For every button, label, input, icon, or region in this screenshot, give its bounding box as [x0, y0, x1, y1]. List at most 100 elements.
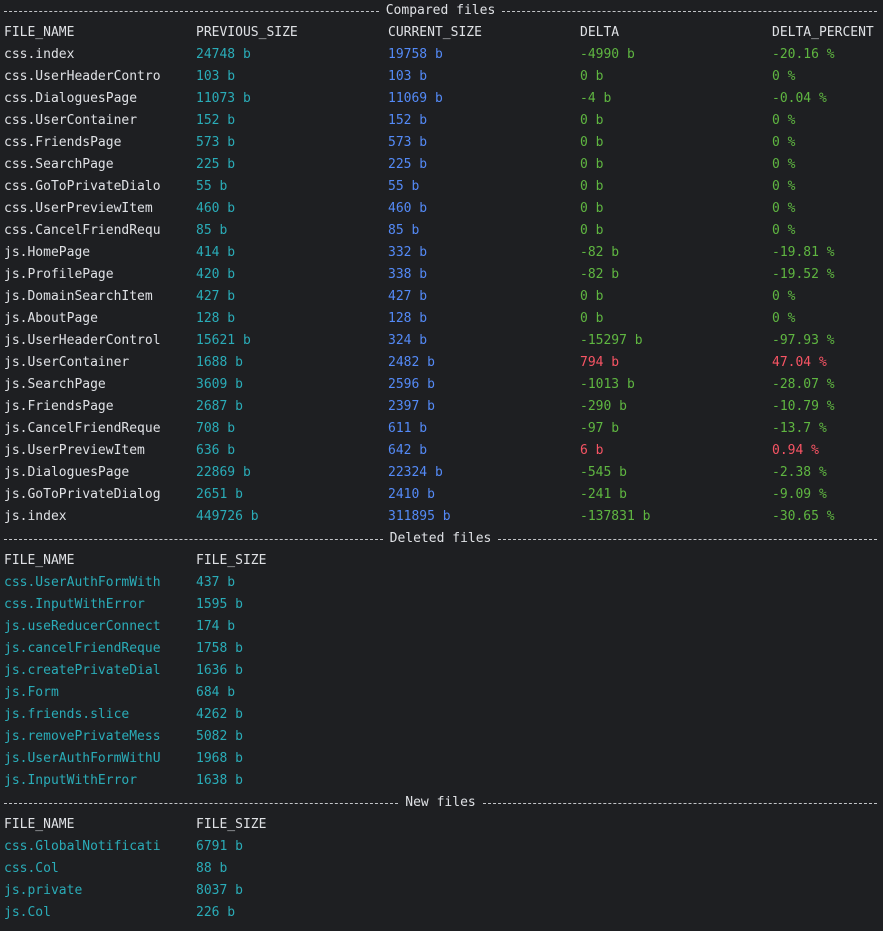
- delta: 0 b: [580, 69, 604, 84]
- delta: 794 b: [580, 355, 620, 370]
- previous-size: 103 b: [196, 69, 236, 84]
- list-item: js.removePrivateMess 5082 b: [0, 726, 883, 748]
- column-header: FILE_NAME: [4, 25, 75, 40]
- table-row: js.CancelFriendReque 708 b 611 b -97 b -13.7…: [0, 418, 883, 440]
- delta-percent: 0 %: [772, 179, 796, 194]
- section-title: Compared files: [385, 3, 496, 18]
- table-row: css.CancelFriendRequ 85 b 85 b 0 b 0 %: [0, 220, 883, 242]
- delta: -4990 b: [580, 47, 635, 62]
- delta-percent: -20.16 %: [772, 47, 835, 62]
- delta: -4 b: [580, 91, 612, 106]
- file-name: js.DomainSearchItem: [4, 289, 153, 304]
- current-size: 460 b: [388, 201, 428, 216]
- delta: 0 b: [580, 311, 604, 326]
- table-row: js.index 449726 b 311895 b -137831 b -30.65 …: [0, 506, 883, 528]
- table-row: js.UserContainer 1688 b 2482 b 794 b 47.04 %: [0, 352, 883, 374]
- delta: -82 b: [580, 267, 620, 282]
- compared-files-separator: Compared files: [0, 0, 883, 22]
- file-name: css.index: [4, 47, 75, 62]
- file-size: 5082 b: [196, 729, 243, 744]
- list-item: js.createPrivateDial 1636 b: [0, 660, 883, 682]
- delta-percent: 0 %: [772, 223, 796, 238]
- current-size: 573 b: [388, 135, 428, 150]
- file-name: js.Form: [4, 685, 59, 700]
- delta-percent: 0.94 %: [772, 443, 819, 458]
- previous-size: 636 b: [196, 443, 236, 458]
- file-name: js.private: [4, 883, 83, 898]
- delta-percent: -0.04 %: [772, 91, 827, 106]
- terminal-output: Compared files FILE_NAME PREVIOUS_SIZE CURR…: [0, 0, 883, 931]
- table-row: css.GoToPrivateDialo 55 b 55 b 0 b 0 %: [0, 176, 883, 198]
- file-name: js.GoToPrivateDialog: [4, 487, 161, 502]
- delta: -290 b: [580, 399, 627, 414]
- column-header: DELTA: [580, 25, 620, 40]
- delta-percent: -13.7 %: [772, 421, 827, 436]
- file-size: 1638 b: [196, 773, 243, 788]
- file-size: 1968 b: [196, 751, 243, 766]
- table-row: js.HomePage 414 b 332 b -82 b -19.81 %: [0, 242, 883, 264]
- delta-percent: -19.81 %: [772, 245, 835, 260]
- previous-size: 1688 b: [196, 355, 243, 370]
- delta: 6 b: [580, 443, 604, 458]
- delta: -97 b: [580, 421, 620, 436]
- file-size: 4262 b: [196, 707, 243, 722]
- delta: 0 b: [580, 135, 604, 150]
- file-name: js.HomePage: [4, 245, 91, 260]
- file-name: js.CancelFriendReque: [4, 421, 161, 436]
- delta-percent: -2.38 %: [772, 465, 827, 480]
- delta: -1013 b: [580, 377, 635, 392]
- delta-percent: -28.07 %: [772, 377, 835, 392]
- current-size: 11069 b: [388, 91, 443, 106]
- previous-size: 152 b: [196, 113, 236, 128]
- table-header-row: FILE_NAME FILE_SIZE: [0, 814, 883, 836]
- file-size: 1636 b: [196, 663, 243, 678]
- table-row: js.DialoguesPage 22869 b 22324 b -545 b -2.3…: [0, 462, 883, 484]
- delta: -137831 b: [580, 509, 651, 524]
- file-name: css.DialoguesPage: [4, 91, 138, 106]
- file-name: css.CancelFriendRequ: [4, 223, 161, 238]
- delta: -241 b: [580, 487, 627, 502]
- previous-size: 573 b: [196, 135, 236, 150]
- table-row: js.AboutPage 128 b 128 b 0 b 0 %: [0, 308, 883, 330]
- file-name: js.cancelFriendReque: [4, 641, 161, 656]
- previous-size: 427 b: [196, 289, 236, 304]
- current-size: 338 b: [388, 267, 428, 282]
- file-name: css.InputWithError: [4, 597, 145, 612]
- file-size: 226 b: [196, 905, 236, 920]
- delta-percent: -19.52 %: [772, 267, 835, 282]
- current-size: 19758 b: [388, 47, 443, 62]
- table-header-row: FILE_NAME PREVIOUS_SIZE CURRENT_SIZE DELTA D…: [0, 22, 883, 44]
- file-name: css.GoToPrivateDialo: [4, 179, 161, 194]
- table-row: css.FriendsPage 573 b 573 b 0 b 0 %: [0, 132, 883, 154]
- delta-percent: 0 %: [772, 135, 796, 150]
- delta-percent: 0 %: [772, 157, 796, 172]
- file-name: js.ProfilePage: [4, 267, 114, 282]
- column-header: FILE_SIZE: [196, 553, 267, 568]
- file-size: 684 b: [196, 685, 236, 700]
- file-size: 437 b: [196, 575, 236, 590]
- list-item: js.Col 226 b: [0, 902, 883, 924]
- table-row: js.UserHeaderControl 15621 b 324 b -15297 b…: [0, 330, 883, 352]
- previous-size: 414 b: [196, 245, 236, 260]
- delta-percent: -30.65 %: [772, 509, 835, 524]
- table-row: css.index 24748 b 19758 b -4990 b -20.16 %: [0, 44, 883, 66]
- separator-dashes: [482, 802, 878, 804]
- previous-size: 2687 b: [196, 399, 243, 414]
- current-size: 642 b: [388, 443, 428, 458]
- list-item: js.InputWithError 1638 b: [0, 770, 883, 792]
- file-name: css.SearchPage: [4, 157, 114, 172]
- file-size: 6791 b: [196, 839, 243, 854]
- current-size: 2410 b: [388, 487, 435, 502]
- delta-percent: 0 %: [772, 69, 796, 84]
- file-name: js.removePrivateMess: [4, 729, 161, 744]
- table-row: js.SearchPage 3609 b 2596 b -1013 b -28.07 %: [0, 374, 883, 396]
- previous-size: 449726 b: [196, 509, 259, 524]
- table-row: js.UserPreviewItem 636 b 642 b 6 b 0.94 %: [0, 440, 883, 462]
- current-size: 427 b: [388, 289, 428, 304]
- delta-percent: 47.04 %: [772, 355, 827, 370]
- separator-dashes: [502, 10, 878, 12]
- current-size: 324 b: [388, 333, 428, 348]
- current-size: 55 b: [388, 179, 420, 194]
- table-row: css.UserContainer 152 b 152 b 0 b 0 %: [0, 110, 883, 132]
- previous-size: 3609 b: [196, 377, 243, 392]
